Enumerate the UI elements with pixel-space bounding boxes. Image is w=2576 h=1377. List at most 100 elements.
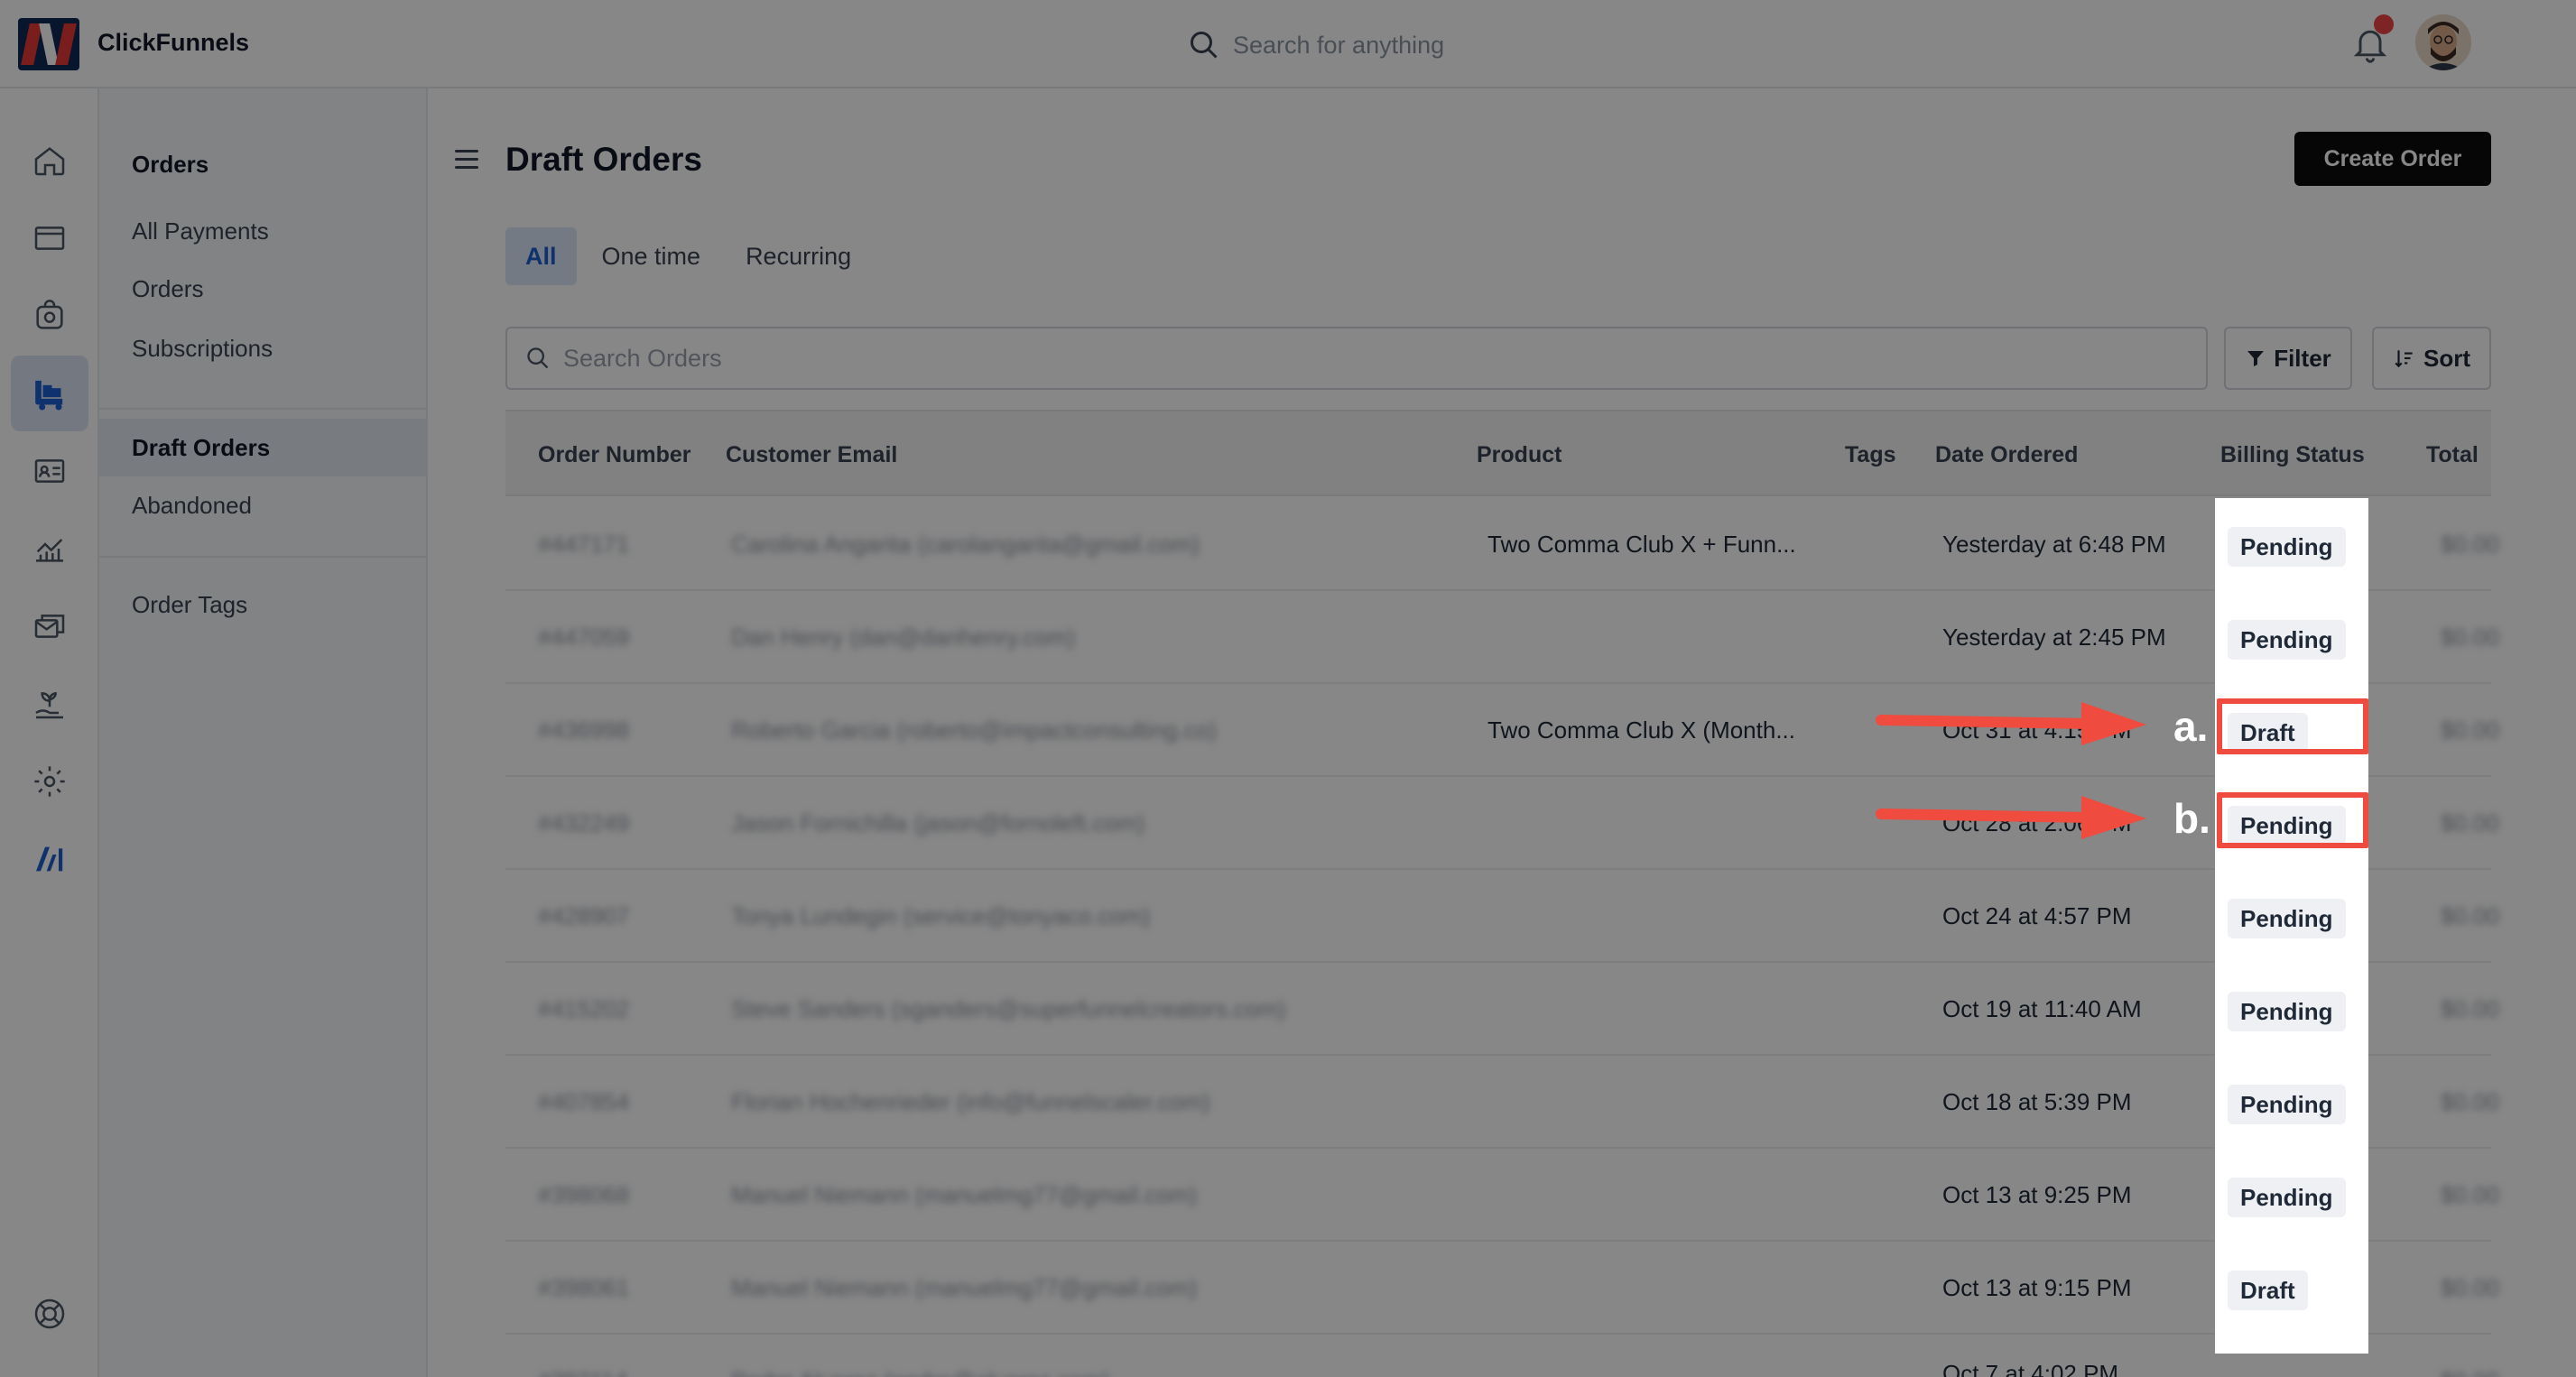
customer-email: Tonya Lundegin (service@tonyaco.com) [731,902,1151,929]
date-ordered: Oct 18 at 5:39 PM [1942,1088,2132,1115]
subnav-item-all-payments[interactable]: All Payments [99,202,428,260]
order-number: #432249 [538,809,630,836]
help-lifebuoy-icon[interactable] [11,1276,88,1352]
subnav-header-orders: Orders [132,150,209,178]
search-orders-placeholder: Search Orders [563,344,722,372]
customer-email: Manuel Niemann (manuelmg77@gmail.com) [731,1274,1198,1301]
annotation-box-b [2217,792,2368,848]
order-total: $0.00 [2441,809,2500,836]
order-number: #447171 [538,531,630,558]
create-order-button[interactable]: Create Order [2294,132,2491,186]
order-number: #392114 [538,1367,627,1377]
product-name: Two Comma Club X (Month... [1487,716,1795,744]
sort-button[interactable]: Sort [2372,327,2491,390]
orders-cart-icon[interactable] [11,356,88,431]
column-header-customer-email[interactable]: Customer Email [726,442,897,468]
column-header-date-ordered[interactable]: Date Ordered [1935,442,2078,468]
table-row[interactable]: #398068 Manuel Niemann (manuelmg77@gmail… [505,1149,2499,1242]
date-ordered: Oct 7 at 4:02 PM [1942,1360,2119,1377]
top-bar: ClickFunnels Search for anything [0,0,2576,88]
global-search-placeholder: Search for anything [1233,31,1445,59]
table-row[interactable]: #447059 Dan Henry (dan@danhenry.com) Yes… [505,591,2499,684]
order-total: $0.00 [2441,1088,2500,1115]
date-ordered: Oct 13 at 9:25 PM [1942,1181,2132,1208]
subnav-divider [99,556,428,558]
clickfunnels-logo[interactable] [18,18,79,70]
page-title: Draft Orders [505,141,702,178]
icon-rail [0,88,99,1377]
table-row[interactable]: #398061 Manuel Niemann (manuelmg77@gmail… [505,1242,2499,1335]
column-header-product[interactable]: Product [1477,442,1561,468]
order-number: #415202 [538,995,630,1022]
customer-email: Dan Henry (dan@danhenry.com) [731,624,1076,651]
table-row[interactable]: #415202 Steve Sanders (sganders@superfun… [505,963,2499,1056]
orders-subnav: Orders All Payments Orders Subscriptions… [99,88,428,1377]
tab-one-time[interactable]: One time [582,227,721,285]
status-badge: Pending [2228,992,2346,1031]
subnav-item-orders[interactable]: Orders [99,260,428,318]
notification-dot [2374,14,2394,34]
status-badge: Draft [2228,1271,2308,1310]
column-header-billing-status[interactable]: Billing Status [2220,442,2365,468]
order-type-tabs: All One time Recurring [505,227,871,285]
plant-hand-icon[interactable] [11,666,88,742]
shopping-bag-icon[interactable] [11,278,88,354]
order-number: #447059 [538,624,630,651]
order-total: $0.00 [2441,1181,2500,1208]
customer-email: Florian Hochenrieder (info@funnelscaler.… [731,1088,1210,1115]
analytics-chart-icon[interactable] [11,511,88,587]
order-number: #398061 [538,1274,630,1301]
ai-assistant-icon[interactable] [11,821,88,897]
order-number: #398068 [538,1181,630,1208]
table-row[interactable]: #407854 Florian Hochenrieder (info@funne… [505,1056,2499,1149]
date-ordered: Oct 19 at 11:40 AM [1942,995,2142,1022]
customer-email: Jason Fornichilla (jason@fornoleft.com) [731,809,1145,836]
global-search[interactable]: Search for anything [1188,25,1444,65]
order-number: #428907 [538,902,630,929]
order-total: $0.00 [2441,995,2500,1022]
order-total: $0.00 [2441,1367,2499,1377]
status-badge: Pending [2228,527,2346,567]
subnav-item-abandoned[interactable]: Abandoned [99,476,428,534]
status-badge: Pending [2228,899,2346,938]
customer-email: Manuel Niemann (manuelmg77@gmail.com) [731,1181,1198,1208]
customer-email: Steve Sanders (sganders@superfunnelcreat… [731,995,1286,1022]
filter-button[interactable]: Filter [2224,327,2352,390]
order-total: $0.00 [2441,624,2500,651]
order-total: $0.00 [2441,716,2500,744]
annotation-arrow-a [1876,702,2146,745]
date-ordered: Yesterday at 2:45 PM [1942,624,2166,651]
subnav-item-subscriptions[interactable]: Subscriptions [99,319,428,377]
sort-label: Sort [2423,344,2470,372]
table-row[interactable]: #392114 Pedro Alvarez (pedro@alvarez.com… [505,1335,2499,1377]
browser-window-icon[interactable] [11,200,88,276]
table-row[interactable]: #428907 Tonya Lundegin (service@tonyaco.… [505,870,2499,963]
table-row[interactable]: #447171 Carolina Angarita (carolangarita… [505,498,2499,591]
tab-all[interactable]: All [505,227,577,285]
contact-card-icon[interactable] [11,433,88,509]
annotation-label-b: b. [2173,795,2210,842]
column-header-order-number[interactable]: Order Number [538,442,690,468]
menu-toggle-icon[interactable] [455,150,478,170]
funnel-icon [2247,351,2265,366]
gear-icon[interactable] [11,744,88,819]
subnav-item-order-tags[interactable]: Order Tags [99,576,428,633]
column-header-tags[interactable]: Tags [1845,442,1896,468]
date-ordered: Oct 24 at 4:57 PM [1942,902,2132,929]
annotation-box-a [2217,698,2368,754]
status-badge: Pending [2228,620,2346,660]
subnav-item-draft-orders[interactable]: Draft Orders [99,419,428,476]
billing-status-column-highlight: Pending Pending Draft Pending Pending Pe… [2215,498,2368,1354]
tab-recurring[interactable]: Recurring [726,227,871,285]
search-icon [1191,32,1218,59]
search-orders-input[interactable]: Search Orders [505,327,2208,390]
customer-email: Pedro Alvarez (pedro@alvarez.com) [731,1367,1109,1377]
order-total: $0.00 [2441,902,2500,929]
mail-stack-icon[interactable] [11,588,88,664]
date-ordered: Oct 13 at 9:15 PM [1942,1274,2132,1301]
order-number: #436998 [538,716,630,744]
column-header-total[interactable]: Total [2426,442,2479,468]
avatar[interactable] [2415,14,2471,70]
sort-icon [2395,350,2413,368]
home-icon[interactable] [11,123,88,199]
